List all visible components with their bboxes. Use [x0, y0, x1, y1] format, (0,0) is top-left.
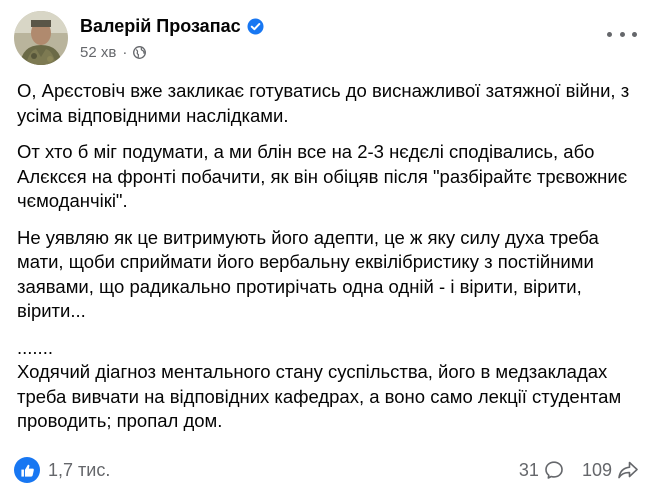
- avatar[interactable]: [14, 11, 68, 65]
- facebook-post: Валерій Прозапас 52 хв · О, Арєстовіч вж…: [0, 0, 653, 490]
- globe-icon: [133, 45, 147, 59]
- post-paragraph: От хто б міг подумати, а ми блін все на …: [17, 141, 628, 211]
- verified-badge-icon: [247, 18, 264, 35]
- author-row: Валерій Прозапас: [80, 14, 264, 38]
- thumbs-up-icon[interactable]: [14, 457, 40, 483]
- reactions-count[interactable]: 1,7 тис.: [48, 460, 110, 481]
- comments-stat[interactable]: 31: [519, 460, 564, 481]
- post-paragraph: Не уявляю як це витримують його адепти, …: [17, 226, 599, 322]
- post-paragraph: .......: [17, 336, 53, 358]
- post-meta: Валерій Прозапас 52 хв ·: [80, 14, 264, 62]
- more-dot: [607, 31, 612, 37]
- post-paragraph: Ходячий діагноз ментального стану суспіл…: [17, 361, 622, 431]
- more-dot: [619, 31, 625, 37]
- share-icon: [618, 461, 638, 479]
- post-header: Валерій Прозапас 52 хв ·: [14, 10, 264, 66]
- shares-count: 109: [581, 459, 612, 480]
- more-dot: [632, 31, 637, 37]
- comments-count: 31: [518, 459, 539, 480]
- separator-dot: ·: [122, 43, 128, 61]
- shares-stat[interactable]: 109: [582, 460, 639, 481]
- author-name[interactable]: Валерій Прозапас: [80, 16, 241, 37]
- post-text: О, Арєстовіч вже закликає готуватись до …: [17, 79, 637, 446]
- post-time-row: 52 хв ·: [80, 42, 264, 62]
- post-footer: 1,7 тис. 31 109: [14, 455, 639, 485]
- more-options-icon[interactable]: [607, 24, 637, 44]
- post-paragraph: О, Арєстовіч вже закликає готуватись до …: [17, 80, 630, 126]
- comment-icon: [545, 461, 563, 479]
- post-timestamp[interactable]: 52 хв: [80, 44, 116, 61]
